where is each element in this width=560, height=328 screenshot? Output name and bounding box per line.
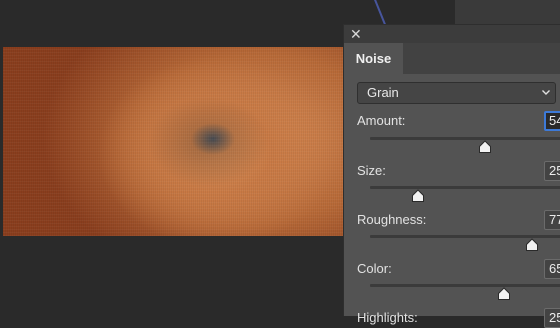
size-input[interactable]: 25 xyxy=(544,161,560,181)
noise-type-select[interactable]: Grain xyxy=(357,82,556,104)
size-thumb[interactable] xyxy=(411,189,425,203)
amount-input[interactable]: 54 xyxy=(544,111,560,131)
roughness-label: Roughness: xyxy=(357,212,427,227)
grain-overlay xyxy=(3,47,350,236)
panel-tabbar: Noise xyxy=(344,43,560,74)
highlights-label: Highlights: xyxy=(357,310,418,325)
amount-thumb[interactable] xyxy=(478,140,492,154)
tab-noise[interactable]: Noise xyxy=(344,43,403,74)
color-input[interactable]: 65 xyxy=(544,259,560,279)
panel-titlebar[interactable]: ✕ xyxy=(344,25,560,43)
chevron-down-icon xyxy=(542,90,550,95)
close-icon[interactable]: ✕ xyxy=(350,26,362,42)
noise-type-value: Grain xyxy=(367,85,399,100)
color-thumb[interactable] xyxy=(497,287,511,301)
background-panel xyxy=(455,0,560,24)
roughness-input[interactable]: 77 xyxy=(544,210,560,230)
size-track[interactable] xyxy=(370,186,560,189)
noise-panel: ✕ Noise Grain Amount: 54 Size: 25 Roughn… xyxy=(343,24,560,328)
highlights-input[interactable]: 25 xyxy=(544,308,560,328)
size-label: Size: xyxy=(357,163,386,178)
color-label: Color: xyxy=(357,261,392,276)
color-track[interactable] xyxy=(370,284,560,287)
image-preview xyxy=(3,47,350,236)
amount-label: Amount: xyxy=(357,113,406,128)
amount-track[interactable] xyxy=(370,137,560,140)
roughness-thumb[interactable] xyxy=(525,238,539,252)
